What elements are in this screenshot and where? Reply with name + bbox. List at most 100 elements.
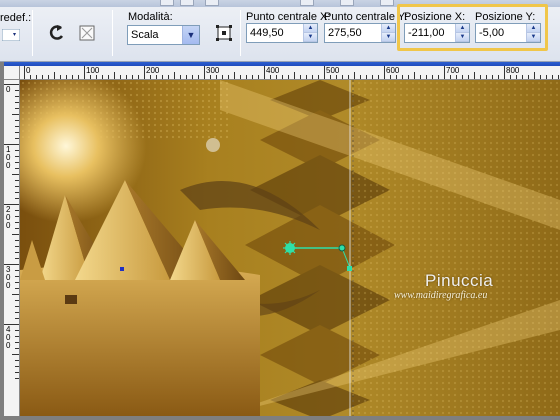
ruler-tick <box>474 72 475 79</box>
strip-tab[interactable] <box>160 0 174 6</box>
ruler-tick <box>15 156 19 157</box>
ruler-tick <box>180 75 181 79</box>
ruler-tick <box>60 75 61 79</box>
ruler-tick <box>390 75 391 79</box>
mode-label: Modalità: <box>128 11 173 23</box>
ruler-tick <box>15 312 19 313</box>
ruler-tick <box>15 288 19 289</box>
ruler-tick <box>15 318 19 319</box>
ruler-tick <box>420 75 421 79</box>
strip-tab[interactable] <box>300 0 314 6</box>
strip-tab[interactable] <box>205 0 219 6</box>
image-canvas[interactable]: Pinuccia www.maidiregrafica.eu <box>20 80 560 416</box>
chevron-down-icon[interactable]: ▼ <box>182 26 199 44</box>
ruler-tick <box>294 72 295 79</box>
ruler-tick <box>90 75 91 79</box>
center-x-field[interactable]: ▲▼ <box>246 23 318 43</box>
preset-dropdown[interactable] <box>2 28 20 42</box>
ruler-tick <box>12 234 19 235</box>
ruler-tick <box>252 75 253 79</box>
ruler-tick <box>444 66 445 79</box>
ruler-label: 400 <box>266 66 280 75</box>
ruler-tick <box>330 75 331 79</box>
center-handle[interactable] <box>338 244 346 252</box>
ruler-tick <box>264 66 265 79</box>
ruler-tick <box>15 330 19 331</box>
ruler-tick <box>12 114 19 115</box>
preset-label: redef.: <box>0 12 32 24</box>
ruler-tick <box>15 360 19 361</box>
spin-up-icon[interactable]: ▲ <box>382 24 395 33</box>
ruler-tick <box>210 75 211 79</box>
pivot-handle[interactable] <box>347 266 352 271</box>
app-window: redef.: Modalità: Scala ▼ Punto centrale… <box>0 0 560 420</box>
center-x-input[interactable] <box>247 24 303 42</box>
ruler-tick <box>15 258 19 259</box>
ruler-tick <box>120 75 121 79</box>
watermark-title: Pinuccia <box>425 271 494 290</box>
ruler-label: 600 <box>386 66 400 75</box>
ruler-tick <box>15 348 19 349</box>
ruler-tick <box>150 75 151 79</box>
ruler-tick <box>522 75 523 79</box>
ruler-tick <box>360 75 361 79</box>
ruler-tick <box>108 75 109 79</box>
ruler-label: 800 <box>506 66 520 75</box>
ruler-tick <box>492 75 493 79</box>
ruler-tick <box>288 75 289 79</box>
watermark-url: www.maidiregrafica.eu <box>394 290 488 301</box>
ruler-tick <box>15 96 19 97</box>
reset-icon[interactable] <box>46 22 68 44</box>
position-highlight-box <box>397 4 548 51</box>
deform-icon[interactable] <box>76 22 98 44</box>
ruler-label: 0 <box>6 161 11 170</box>
ruler-tick <box>378 75 379 79</box>
center-point-icon[interactable] <box>213 22 235 44</box>
ruler-tick <box>366 75 367 79</box>
separator <box>240 10 241 56</box>
separator <box>32 10 33 56</box>
strip-tab[interactable] <box>340 0 354 6</box>
ruler-tick <box>84 66 85 79</box>
ruler-tick <box>15 246 19 247</box>
ruler-tick <box>15 120 19 121</box>
ruler-tick <box>402 75 403 79</box>
ruler-tick <box>15 372 19 373</box>
ruler-tick <box>15 168 19 169</box>
center-y-spinner[interactable]: ▲ ▼ <box>381 24 395 42</box>
ruler-tick <box>192 75 193 79</box>
center-y-input[interactable] <box>325 24 381 42</box>
ruler-tick <box>240 75 241 79</box>
center-x-spinner[interactable]: ▲ ▼ <box>303 24 317 42</box>
ruler-tick <box>15 276 19 277</box>
ruler-tick <box>552 75 553 79</box>
ruler-tick <box>456 75 457 79</box>
ruler-tick <box>36 75 37 79</box>
spin-up-icon[interactable]: ▲ <box>304 24 317 33</box>
ruler-tick <box>480 75 481 79</box>
ruler-tick <box>408 75 409 79</box>
ruler-tick <box>96 75 97 79</box>
ruler-tick <box>276 75 277 79</box>
center-y-field[interactable]: ▲▼ <box>324 23 396 43</box>
spin-down-icon[interactable]: ▼ <box>382 33 395 42</box>
strip-tab[interactable] <box>180 0 194 6</box>
ruler-tick <box>222 75 223 79</box>
ruler-tick <box>324 66 325 79</box>
ruler-tick <box>534 72 535 79</box>
strip-tab[interactable] <box>380 0 394 6</box>
ruler-tick <box>528 75 529 79</box>
ruler-label: 0 <box>6 85 11 94</box>
ruler-tick <box>558 75 559 79</box>
ruler-tick <box>24 66 25 79</box>
canvas-artwork <box>20 80 560 416</box>
rotation-handle[interactable] <box>283 241 297 255</box>
ruler-tick <box>318 75 319 79</box>
ruler-label: 0 <box>26 66 31 75</box>
spin-down-icon[interactable]: ▼ <box>304 33 317 42</box>
ruler-tick <box>306 75 307 79</box>
ruler-tick <box>78 75 79 79</box>
ruler-tick <box>246 75 247 79</box>
ruler-tick <box>15 282 19 283</box>
mode-select[interactable]: Scala ▼ <box>127 25 200 45</box>
